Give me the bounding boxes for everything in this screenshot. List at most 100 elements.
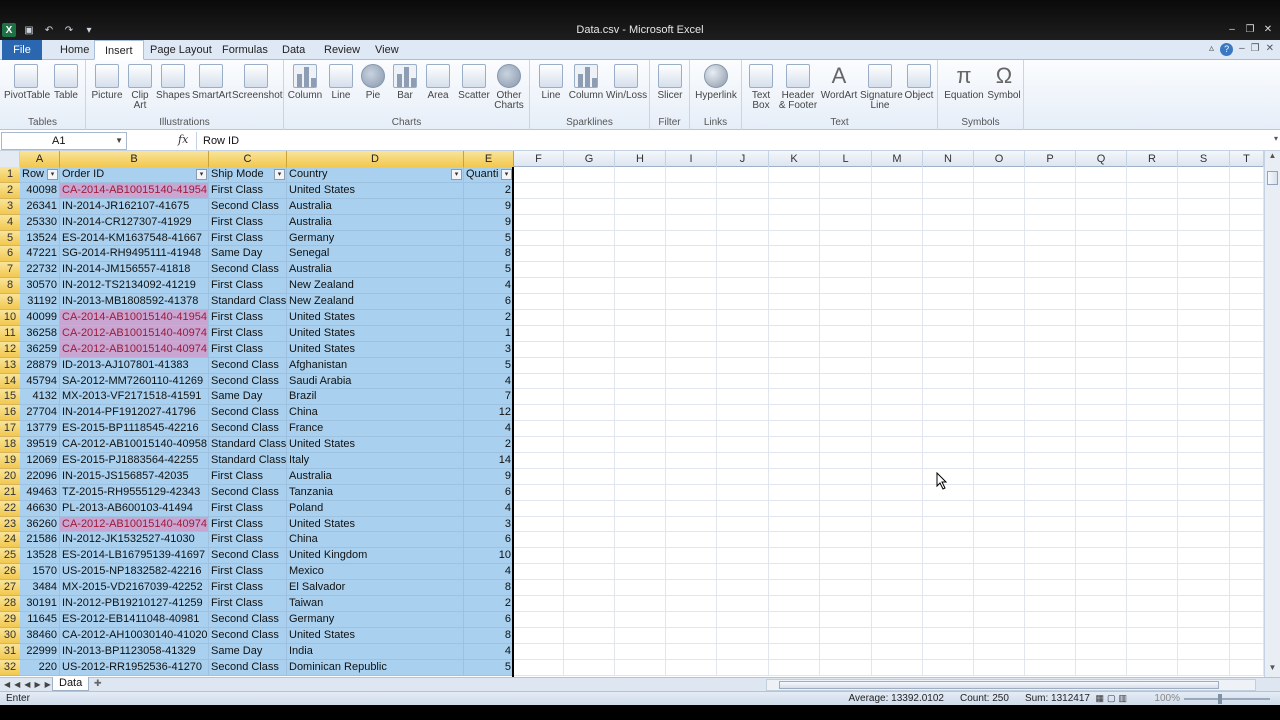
empty-cell[interactable]: [1230, 294, 1264, 311]
empty-cell[interactable]: [514, 167, 564, 183]
empty-cell[interactable]: [564, 230, 615, 247]
empty-cell[interactable]: [769, 596, 820, 612]
empty-cell[interactable]: [1230, 516, 1264, 533]
empty-cell[interactable]: [717, 357, 769, 374]
country-cell[interactable]: Brazil: [287, 389, 464, 406]
empty-cell[interactable]: [717, 484, 769, 501]
empty-cell[interactable]: [1025, 325, 1076, 342]
empty-cell[interactable]: [1076, 246, 1127, 263]
empty-cell[interactable]: [820, 453, 872, 469]
empty-cell[interactable]: [974, 373, 1025, 390]
empty-cell[interactable]: [1230, 167, 1264, 183]
empty-cell[interactable]: [717, 325, 769, 342]
empty-cell[interactable]: [1178, 246, 1230, 263]
empty-cell[interactable]: [1230, 643, 1264, 660]
empty-cell[interactable]: [1178, 659, 1230, 676]
empty-cell[interactable]: [1025, 246, 1076, 263]
empty-cell[interactable]: [974, 500, 1025, 517]
order-id-cell[interactable]: IN-2014-JR162107-41675: [60, 198, 209, 215]
row-header[interactable]: 21: [0, 484, 20, 501]
empty-cell[interactable]: [1025, 643, 1076, 660]
order-id-cell[interactable]: MX-2013-VF2171518-41591: [60, 389, 209, 406]
doc-minimize-icon[interactable]: –: [1239, 43, 1245, 56]
empty-cell[interactable]: [1025, 437, 1076, 454]
empty-cell[interactable]: [1127, 564, 1178, 581]
row-id-cell[interactable]: 27704: [20, 405, 60, 422]
empty-cell[interactable]: [1127, 182, 1178, 199]
empty-cell[interactable]: [1178, 421, 1230, 438]
textbox-button[interactable]: Text Box: [746, 64, 776, 111]
empty-cell[interactable]: [666, 580, 717, 597]
row-id-cell[interactable]: 22999: [20, 643, 60, 660]
empty-cell[interactable]: [769, 167, 820, 183]
empty-cell[interactable]: [1025, 532, 1076, 549]
empty-cell[interactable]: [872, 198, 923, 215]
column-header-c[interactable]: C: [209, 151, 287, 167]
empty-cell[interactable]: [717, 182, 769, 199]
empty-cell[interactable]: [564, 421, 615, 438]
empty-cell[interactable]: [666, 341, 717, 358]
empty-cell[interactable]: [564, 198, 615, 215]
empty-cell[interactable]: [717, 341, 769, 358]
empty-cell[interactable]: [872, 357, 923, 374]
quantity-cell[interactable]: 6: [464, 294, 514, 311]
empty-cell[interactable]: [820, 516, 872, 533]
empty-cell[interactable]: [923, 405, 974, 422]
row-id-cell[interactable]: 4132: [20, 389, 60, 406]
empty-cell[interactable]: [872, 373, 923, 390]
empty-cell[interactable]: [1230, 389, 1264, 406]
empty-cell[interactable]: [923, 627, 974, 644]
empty-cell[interactable]: [666, 246, 717, 263]
empty-cell[interactable]: [820, 643, 872, 660]
empty-cell[interactable]: [769, 294, 820, 311]
row-id-cell[interactable]: 40098: [20, 182, 60, 199]
empty-cell[interactable]: [923, 294, 974, 311]
empty-cell[interactable]: [615, 564, 666, 581]
empty-cell[interactable]: [666, 596, 717, 612]
empty-cell[interactable]: [769, 627, 820, 644]
empty-cell[interactable]: [872, 262, 923, 279]
empty-cell[interactable]: [820, 468, 872, 485]
empty-cell[interactable]: [1025, 310, 1076, 326]
empty-cell[interactable]: [872, 341, 923, 358]
empty-cell[interactable]: [717, 246, 769, 263]
empty-cell[interactable]: [872, 643, 923, 660]
empty-cell[interactable]: [769, 310, 820, 326]
empty-cell[interactable]: [1076, 214, 1127, 231]
empty-cell[interactable]: [514, 373, 564, 390]
quantity-cell[interactable]: 4: [464, 278, 514, 295]
column-header-q[interactable]: Q: [1076, 151, 1127, 167]
empty-cell[interactable]: [1127, 516, 1178, 533]
empty-cell[interactable]: [1076, 325, 1127, 342]
empty-cell[interactable]: [564, 484, 615, 501]
empty-cell[interactable]: [1076, 230, 1127, 247]
country-cell[interactable]: Italy: [287, 453, 464, 469]
empty-cell[interactable]: [1178, 214, 1230, 231]
quantity-cell[interactable]: 2: [464, 182, 514, 199]
empty-cell[interactable]: [923, 262, 974, 279]
empty-cell[interactable]: [923, 198, 974, 215]
country-cell[interactable]: United States: [287, 437, 464, 454]
empty-cell[interactable]: [974, 230, 1025, 247]
empty-cell[interactable]: [1127, 294, 1178, 311]
empty-cell[interactable]: [974, 246, 1025, 263]
empty-cell[interactable]: [514, 453, 564, 469]
empty-cell[interactable]: [820, 627, 872, 644]
order-id-cell[interactable]: IN-2013-MB1808592-41378: [60, 294, 209, 311]
empty-cell[interactable]: [820, 659, 872, 676]
empty-cell[interactable]: [514, 325, 564, 342]
empty-cell[interactable]: [872, 405, 923, 422]
empty-cell[interactable]: [1178, 532, 1230, 549]
empty-cell[interactable]: [615, 310, 666, 326]
empty-cell[interactable]: [1127, 214, 1178, 231]
empty-cell[interactable]: [564, 341, 615, 358]
empty-cell[interactable]: [1076, 484, 1127, 501]
quantity-cell[interactable]: 3: [464, 516, 514, 533]
empty-cell[interactable]: [564, 310, 615, 326]
empty-cell[interactable]: [1076, 437, 1127, 454]
empty-cell[interactable]: [923, 246, 974, 263]
empty-cell[interactable]: [615, 214, 666, 231]
empty-cell[interactable]: [1127, 262, 1178, 279]
empty-cell[interactable]: [1127, 246, 1178, 263]
empty-cell[interactable]: [769, 548, 820, 565]
